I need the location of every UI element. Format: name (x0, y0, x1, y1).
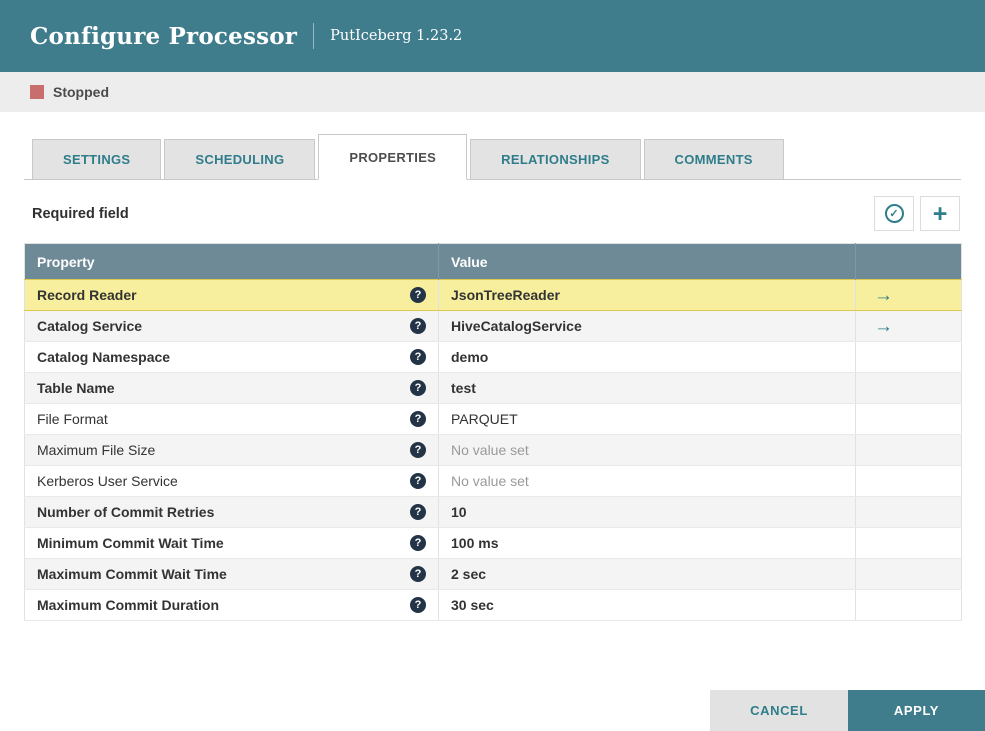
configure-processor-dialog: Configure Processor PutIceberg 1.23.2 St… (0, 0, 985, 731)
question-circle-icon[interactable]: ? (410, 535, 426, 551)
property-row-kerberos-user-service[interactable]: Kerberos User Service? No value set (24, 465, 962, 497)
stopped-square-icon (30, 85, 44, 99)
property-value[interactable]: 100 ms (438, 527, 856, 559)
property-row-table-name[interactable]: Table Name? test (24, 372, 962, 404)
property-name-cell: Maximum File Size? (24, 434, 439, 466)
property-name: Table Name (37, 380, 115, 396)
actions-cell (855, 589, 962, 621)
question-circle-icon[interactable]: ? (410, 287, 426, 303)
property-name: Number of Commit Retries (37, 504, 215, 520)
property-row-maximum-commit-wait-time[interactable]: Maximum Commit Wait Time? 2 sec (24, 558, 962, 590)
status-bar: Stopped (0, 72, 985, 112)
property-row-file-format[interactable]: File Format? PARQUET (24, 403, 962, 435)
go-to-service-arrow-icon[interactable]: → (874, 316, 893, 337)
go-to-service-arrow-icon[interactable]: → (874, 285, 893, 306)
property-value[interactable]: JsonTreeReader (438, 279, 856, 311)
question-circle-icon[interactable]: ? (410, 566, 426, 582)
dialog-title: Configure Processor (30, 22, 298, 50)
verify-properties-button[interactable]: ✓ (874, 196, 914, 231)
property-name: File Format (37, 411, 108, 427)
property-name-cell: Record Reader? (24, 279, 439, 311)
property-name: Maximum File Size (37, 442, 156, 458)
property-name: Record Reader (37, 287, 137, 303)
actions-cell (855, 558, 962, 590)
add-property-button[interactable]: + (920, 196, 960, 231)
actions-cell (855, 465, 962, 497)
properties-table: Property Value Record Reader? JsonTreeRea… (24, 243, 962, 621)
property-row-catalog-service[interactable]: Catalog Service? HiveCatalogService → (24, 310, 962, 342)
property-value[interactable]: PARQUET (438, 403, 856, 435)
status-label: Stopped (53, 84, 109, 100)
dialog-header: Configure Processor PutIceberg 1.23.2 (0, 0, 985, 72)
actions-cell (855, 527, 962, 559)
question-circle-icon[interactable]: ? (410, 411, 426, 427)
property-value[interactable]: 10 (438, 496, 856, 528)
toolbar-buttons: ✓ + (868, 196, 960, 231)
property-name-cell: Maximum Commit Duration? (24, 589, 439, 621)
actions-cell: → (855, 279, 962, 311)
table-header-row: Property Value (24, 243, 962, 280)
question-circle-icon[interactable]: ? (410, 597, 426, 613)
actions-cell (855, 372, 962, 404)
tab-relationships[interactable]: RELATIONSHIPS (470, 139, 641, 179)
required-field-label: Required field (32, 205, 129, 222)
check-circle-icon: ✓ (884, 204, 904, 223)
column-header-property: Property (24, 243, 439, 280)
property-name: Catalog Namespace (37, 349, 171, 365)
column-header-actions (855, 243, 962, 280)
actions-cell: → (855, 310, 962, 342)
property-row-record-reader[interactable]: Record Reader? JsonTreeReader → (24, 279, 962, 311)
property-name: Catalog Service (37, 318, 143, 334)
property-name-cell: Catalog Service? (24, 310, 439, 342)
property-value[interactable]: HiveCatalogService (438, 310, 856, 342)
actions-cell (855, 341, 962, 373)
property-name-cell: Number of Commit Retries? (24, 496, 439, 528)
property-name: Minimum Commit Wait Time (37, 535, 224, 551)
property-name-cell: Table Name? (24, 372, 439, 404)
question-circle-icon[interactable]: ? (410, 380, 426, 396)
tab-properties[interactable]: PROPERTIES (318, 134, 468, 180)
question-circle-icon[interactable]: ? (410, 318, 426, 334)
question-circle-icon[interactable]: ? (410, 349, 426, 365)
property-name-cell: File Format? (24, 403, 439, 435)
property-value[interactable]: 30 sec (438, 589, 856, 621)
property-name: Maximum Commit Wait Time (37, 566, 227, 582)
actions-cell (855, 403, 962, 435)
tab-bar: SETTINGS SCHEDULING PROPERTIES RELATIONSHIP… (24, 134, 961, 180)
question-circle-icon[interactable]: ? (410, 473, 426, 489)
actions-cell (855, 434, 962, 466)
property-value[interactable]: 2 sec (438, 558, 856, 590)
property-name-cell: Kerberos User Service? (24, 465, 439, 497)
tab-settings[interactable]: SETTINGS (32, 139, 162, 179)
apply-button[interactable]: APPLY (848, 690, 985, 731)
question-circle-icon[interactable]: ? (410, 504, 426, 520)
plus-icon: + (932, 199, 948, 228)
tab-scheduling[interactable]: SCHEDULING (164, 139, 316, 179)
dialog-content: SETTINGS SCHEDULING PROPERTIES RELATIONSHIP… (0, 112, 985, 621)
property-value[interactable]: No value set (438, 465, 856, 497)
dialog-footer: CANCEL APPLY (710, 690, 985, 731)
property-name: Kerberos User Service (37, 473, 178, 489)
property-row-number-of-commit-retries[interactable]: Number of Commit Retries? 10 (24, 496, 962, 528)
processor-type-version: PutIceberg 1.23.2 (330, 28, 463, 44)
property-name-cell: Maximum Commit Wait Time? (24, 558, 439, 590)
property-row-minimum-commit-wait-time[interactable]: Minimum Commit Wait Time? 100 ms (24, 527, 962, 559)
properties-toolbar: Required field ✓ + (32, 196, 960, 231)
question-circle-icon[interactable]: ? (410, 442, 426, 458)
title-separator (313, 23, 315, 49)
property-row-catalog-namespace[interactable]: Catalog Namespace? demo (24, 341, 962, 373)
tab-comments[interactable]: COMMENTS (643, 139, 784, 179)
property-value[interactable]: No value set (438, 434, 856, 466)
property-value[interactable]: demo (438, 341, 856, 373)
property-row-maximum-commit-duration[interactable]: Maximum Commit Duration? 30 sec (24, 589, 962, 621)
property-row-maximum-file-size[interactable]: Maximum File Size? No value set (24, 434, 962, 466)
property-name: Maximum Commit Duration (37, 597, 220, 613)
cancel-button[interactable]: CANCEL (710, 690, 848, 731)
actions-cell (855, 496, 962, 528)
column-header-value: Value (438, 243, 856, 280)
property-value[interactable]: test (438, 372, 856, 404)
property-name-cell: Catalog Namespace? (24, 341, 439, 373)
property-name-cell: Minimum Commit Wait Time? (24, 527, 439, 559)
